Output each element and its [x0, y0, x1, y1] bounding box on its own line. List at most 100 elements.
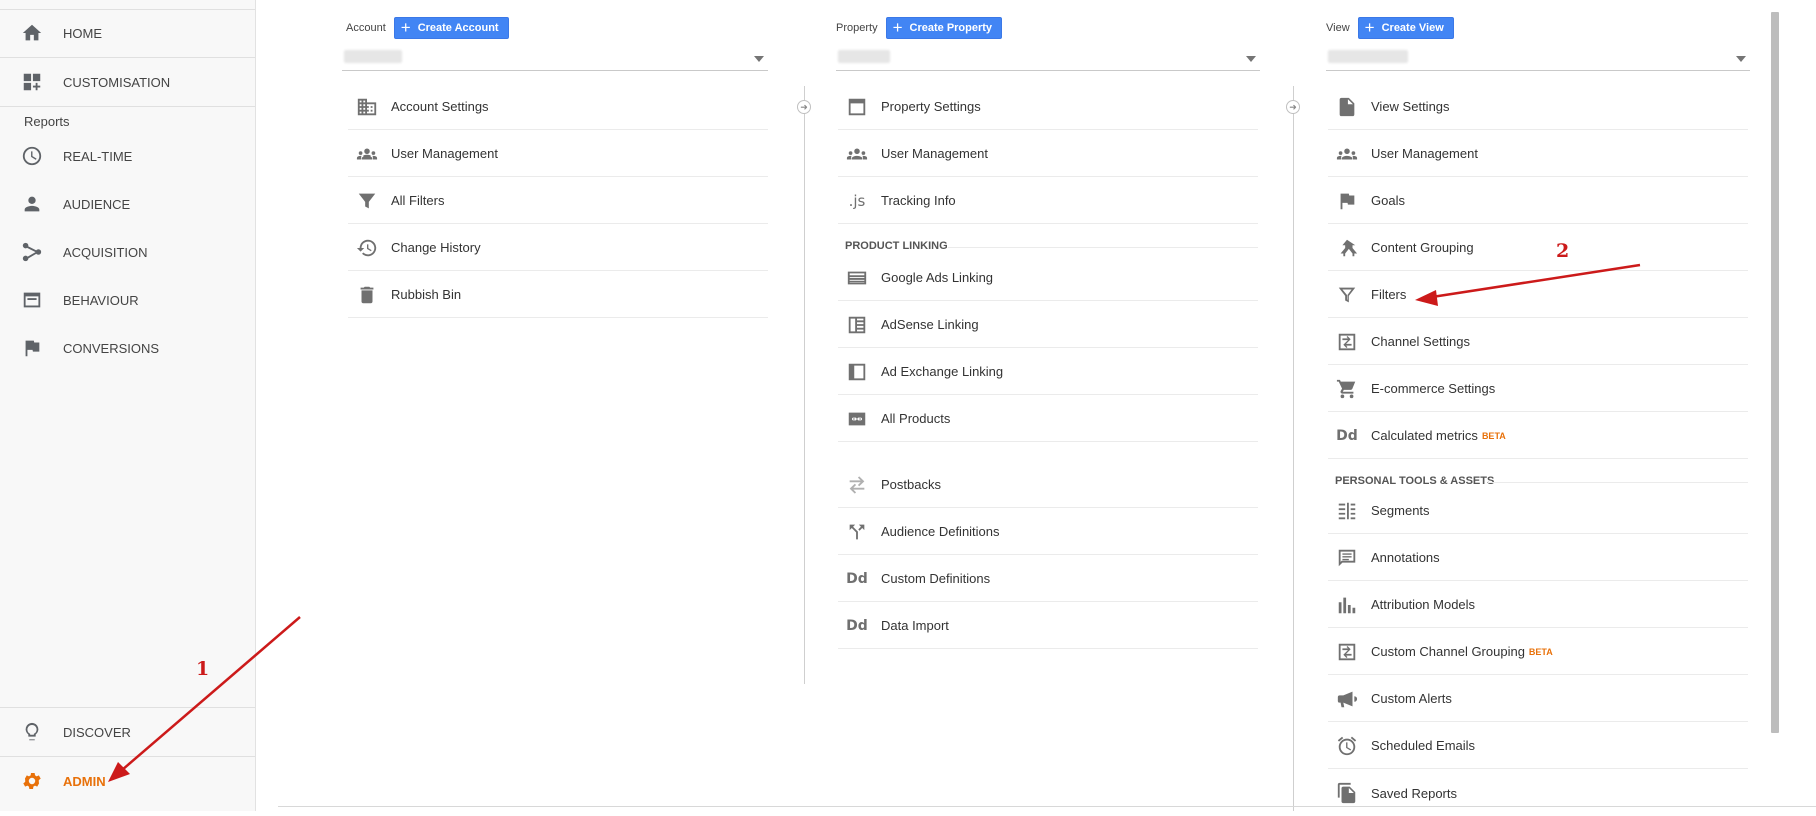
acquisition-icon — [20, 240, 44, 264]
content-grouping-item[interactable]: Content Grouping — [1328, 225, 1748, 271]
custom-definitions-item[interactable]: Dd Custom Definitions — [838, 556, 1258, 602]
adsense-linking-item[interactable]: AdSense Linking — [838, 302, 1258, 348]
home-icon — [20, 21, 44, 45]
property-selector[interactable] — [836, 46, 1260, 71]
filters-item[interactable]: Filters — [1328, 272, 1748, 318]
building-icon — [355, 95, 379, 119]
clock-icon — [20, 144, 44, 168]
alarm-clock-icon — [1335, 734, 1359, 758]
create-account-button[interactable]: + Create Account — [393, 17, 509, 39]
custom-channel-grouping-item[interactable]: Custom Channel Grouping BETA — [1328, 629, 1748, 675]
property-window-icon — [845, 95, 869, 119]
view-header: View + Create View — [1326, 17, 1454, 39]
view-settings-item[interactable]: View Settings — [1328, 84, 1748, 130]
people-icon — [1335, 142, 1359, 166]
divider — [948, 247, 1258, 248]
change-history-item[interactable]: Change History — [348, 225, 768, 271]
annotations-label: Annotations — [1371, 550, 1440, 565]
dd-icon: Dd — [846, 617, 868, 634]
property-settings-item[interactable]: Property Settings — [838, 84, 1258, 130]
data-import-label: Data Import — [881, 618, 949, 633]
goals-label: Goals — [1371, 193, 1405, 208]
nav-audience-label: AUDIENCE — [63, 196, 131, 212]
account-settings-item[interactable]: Account Settings — [348, 84, 768, 130]
view-user-management-label: User Management — [1371, 146, 1478, 161]
create-account-label: Create Account — [417, 22, 499, 34]
annotation-step-2: 2 — [1556, 240, 1570, 262]
account-settings-label: Account Settings — [391, 99, 489, 114]
postbacks-label: Postbacks — [881, 477, 941, 492]
annotations-item[interactable]: Annotations — [1328, 535, 1748, 581]
divider — [1488, 482, 1748, 483]
nav-home[interactable]: HOME — [0, 9, 255, 57]
adsense-icon — [845, 313, 869, 337]
create-view-button[interactable]: + Create View — [1357, 17, 1454, 39]
arrow-right-icon: ➜ — [1286, 100, 1300, 114]
view-user-management-item[interactable]: User Management — [1328, 131, 1748, 177]
create-property-label: Create Property — [909, 22, 993, 34]
all-products-item[interactable]: All Products — [838, 396, 1258, 442]
scrollbar[interactable] — [1771, 12, 1779, 733]
arrow-right-icon: ➜ — [797, 100, 811, 114]
divider — [0, 106, 255, 107]
plus-icon: + — [400, 18, 411, 37]
channel-settings-icon — [1335, 640, 1359, 664]
account-name-redacted — [344, 50, 402, 63]
channel-settings-item[interactable]: Channel Settings — [1328, 319, 1748, 365]
account-header: Account + Create Account — [346, 17, 509, 39]
view-selector[interactable] — [1326, 46, 1750, 71]
column-divider — [1293, 86, 1294, 811]
account-selector[interactable] — [342, 46, 768, 71]
nav-admin[interactable]: ADMIN — [0, 757, 255, 805]
scheduled-emails-item[interactable]: Scheduled Emails — [1328, 723, 1748, 769]
column-divider — [804, 86, 805, 684]
document-icon — [1335, 95, 1359, 119]
saved-reports-item[interactable]: Saved Reports — [1328, 770, 1748, 816]
flag-icon — [1335, 189, 1359, 213]
rubbish-bin-item[interactable]: Rubbish Bin — [348, 272, 768, 318]
person-icon — [20, 192, 44, 216]
google-ads-linking-item[interactable]: Google Ads Linking — [838, 255, 1258, 301]
data-import-item[interactable]: Dd Data Import — [838, 603, 1258, 649]
content-grouping-icon — [1335, 236, 1359, 260]
audience-definitions-label: Audience Definitions — [881, 524, 1000, 539]
history-icon — [355, 236, 379, 260]
nav-audience[interactable]: AUDIENCE — [0, 180, 255, 228]
audience-definitions-item[interactable]: Audience Definitions — [838, 509, 1258, 555]
product-linking-heading: PRODUCT LINKING — [845, 240, 948, 252]
dd-icon: Dd — [846, 570, 868, 587]
custom-alerts-item[interactable]: Custom Alerts — [1328, 676, 1748, 722]
tracking-info-item[interactable]: .js Tracking Info — [838, 178, 1258, 224]
segments-item[interactable]: Segments — [1328, 488, 1748, 534]
adsense-linking-label: AdSense Linking — [881, 317, 979, 332]
ecommerce-settings-item[interactable]: E-commerce Settings — [1328, 366, 1748, 412]
ad-exchange-linking-item[interactable]: Ad Exchange Linking — [838, 349, 1258, 395]
nav-customisation[interactable]: CUSTOMISATION — [0, 58, 255, 106]
nav-real-time[interactable]: REAL-TIME — [0, 132, 255, 180]
nav-conversions-label: CONVERSIONS — [63, 340, 160, 356]
nav-home-label: HOME — [63, 25, 102, 41]
nav-admin-label: ADMIN — [63, 773, 106, 789]
create-property-button[interactable]: + Create Property — [885, 17, 1003, 39]
calculated-metrics-item[interactable]: Dd Calculated metrics BETA — [1328, 413, 1748, 459]
postbacks-item[interactable]: Postbacks — [838, 462, 1258, 508]
js-icon: .js — [848, 191, 866, 210]
goals-item[interactable]: Goals — [1328, 178, 1748, 224]
account-label: Account — [346, 22, 386, 34]
property-user-management-item[interactable]: User Management — [838, 131, 1258, 177]
saved-reports-icon — [1335, 781, 1359, 805]
cart-icon — [1335, 377, 1359, 401]
attribution-models-item[interactable]: Attribution Models — [1328, 582, 1748, 628]
nav-real-time-label: REAL-TIME — [63, 148, 133, 164]
all-filters-item[interactable]: All Filters — [348, 178, 768, 224]
nav-behaviour-label: BEHAVIOUR — [63, 292, 139, 308]
segments-icon — [1335, 499, 1359, 523]
personal-tools-heading: PERSONAL TOOLS & ASSETS — [1335, 475, 1495, 487]
nav-acquisition[interactable]: ACQUISITION — [0, 228, 255, 276]
lightbulb-icon — [20, 720, 44, 744]
account-user-management-item[interactable]: User Management — [348, 131, 768, 177]
nav-conversions[interactable]: CONVERSIONS — [0, 324, 255, 372]
nav-discover[interactable]: DISCOVER — [0, 708, 255, 756]
nav-behaviour[interactable]: BEHAVIOUR — [0, 276, 255, 324]
plus-icon: + — [892, 18, 903, 37]
